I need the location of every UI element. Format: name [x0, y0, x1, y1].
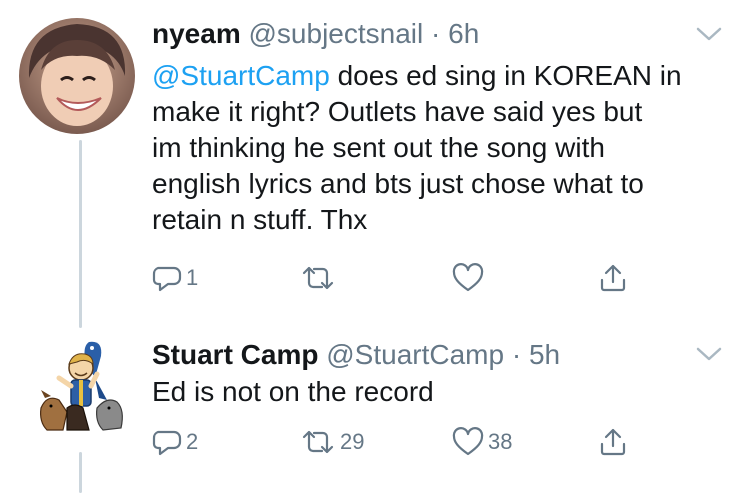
reply-icon — [152, 430, 182, 456]
reply-icon — [152, 266, 182, 292]
tweet-text-line: make it right? Outlets have said yes but — [152, 96, 643, 127]
user-handle[interactable]: @StuartCamp — [326, 339, 504, 370]
avatar-nyeam[interactable] — [19, 18, 135, 134]
heart-icon — [452, 427, 484, 456]
tweet-header-stuart-camp: Stuart Camp @StuartCamp · 5h — [152, 339, 560, 371]
share-button[interactable] — [598, 258, 628, 298]
reply-button[interactable]: 2 — [152, 422, 198, 462]
tweet-text: @StuartCamp does ed sing in KOREAN in ma… — [152, 58, 732, 238]
share-icon — [600, 428, 626, 456]
chevron-down-icon[interactable] — [696, 346, 722, 367]
tweet-text-line: english lyrics and bts just chose what t… — [152, 168, 644, 199]
thread-line-bottom — [79, 452, 82, 493]
display-name[interactable]: nyeam — [152, 18, 241, 49]
retweet-icon — [302, 430, 334, 454]
separator-dot: · — [511, 339, 522, 370]
display-name[interactable]: Stuart Camp — [152, 339, 318, 370]
tweet-text-line: im thinking he sent out the song with — [152, 132, 605, 163]
reply-count: 2 — [186, 429, 199, 454]
like-count: 38 — [488, 429, 513, 454]
share-icon — [600, 264, 626, 292]
avatar-stuart-camp-image — [40, 341, 123, 431]
thread-line-top — [79, 140, 82, 328]
chevron-down-icon[interactable] — [696, 26, 722, 47]
avatar-stuart-camp[interactable] — [37, 338, 127, 438]
retweet-count: 29 — [340, 429, 365, 454]
user-handle[interactable]: @subjectsnail — [249, 18, 424, 49]
separator-dot: · — [431, 18, 441, 49]
tweet-actions: 2 29 38 — [152, 422, 642, 462]
share-button[interactable] — [598, 422, 628, 462]
mention-link[interactable]: @StuartCamp — [152, 60, 330, 91]
tweet-text-line: retain n stuff. Thx — [152, 204, 368, 235]
reply-count: 1 — [186, 265, 199, 290]
tweet-actions: 1 — [152, 258, 642, 298]
tweet-text: Ed is not on the record — [152, 374, 732, 410]
avatar-nyeam-image — [19, 18, 135, 134]
retweet-button[interactable] — [300, 258, 340, 298]
timestamp[interactable]: 5h — [529, 339, 560, 370]
retweet-icon — [302, 266, 334, 290]
reply-button[interactable]: 1 — [152, 258, 198, 298]
like-button[interactable]: 38 — [452, 422, 512, 462]
tweet-text-line: Ed is not on the record — [152, 376, 434, 407]
tweet-text-line: @StuartCamp does ed sing in KOREAN in — [152, 58, 732, 94]
heart-icon — [452, 263, 484, 292]
like-button[interactable] — [452, 258, 488, 298]
tweet-text-fragment: does ed sing in KOREAN in — [329, 60, 682, 91]
timestamp[interactable]: 6h — [448, 18, 479, 49]
retweet-button[interactable]: 29 — [300, 422, 364, 462]
tweet-header-nyeam: nyeam @subjectsnail · 6h — [152, 18, 479, 50]
